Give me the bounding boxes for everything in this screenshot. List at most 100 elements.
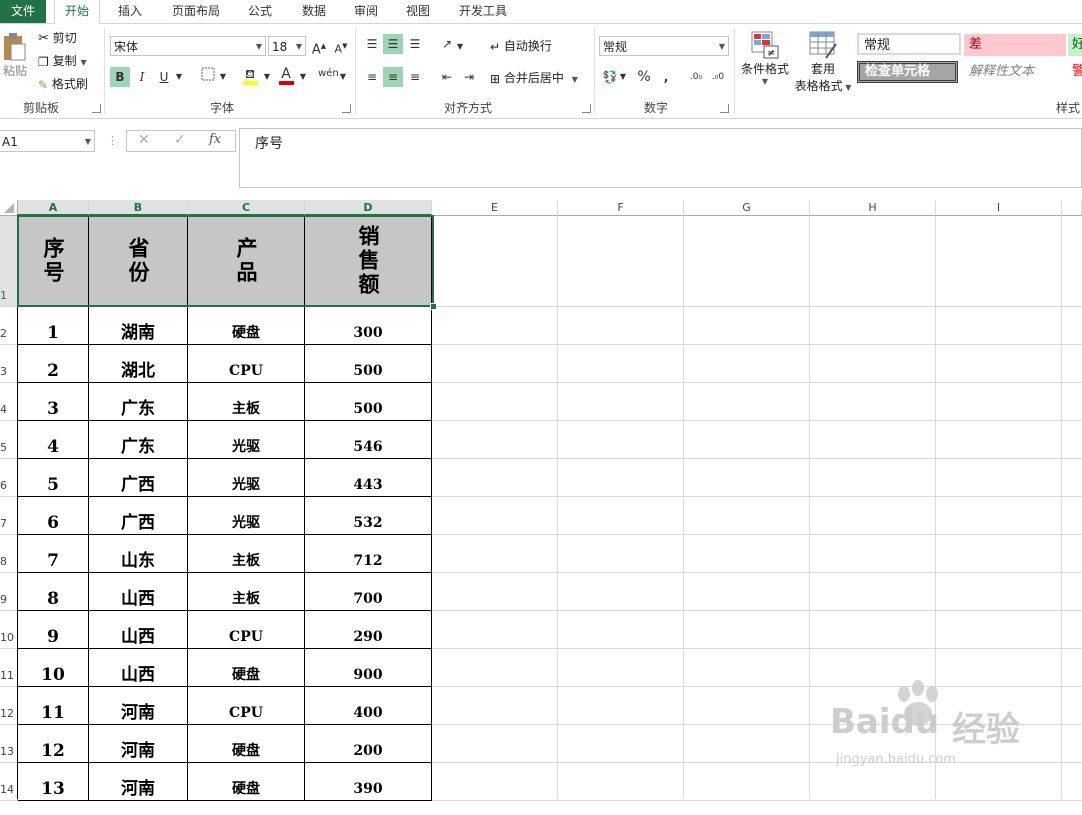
row-header-3[interactable]: 3 [0, 345, 18, 383]
align-right-icon[interactable]: ≡ [405, 67, 425, 87]
fill-color-icon[interactable]: ⛾ [240, 64, 260, 85]
table-cell[interactable]: 443 [305, 459, 432, 497]
table-cell[interactable]: CPU [188, 611, 305, 649]
decrease-indent-icon[interactable]: ⇤ [437, 67, 457, 87]
table-cell[interactable]: 390 [305, 763, 432, 801]
table-cell[interactable]: 主板 [188, 383, 305, 421]
cut-button[interactable]: ✂ 剪切 [38, 29, 77, 46]
table-cell[interactable]: 10 [18, 649, 89, 687]
table-cell[interactable]: 4 [18, 421, 89, 459]
tab-home[interactable]: 开始 [54, 0, 100, 25]
row-header-10[interactable]: 10 [0, 611, 18, 649]
font-size-combo[interactable]: 18 ▼ [268, 36, 306, 56]
format-as-table-button[interactable]: 套用 表格格式 ▼ [792, 30, 854, 94]
column-header-e[interactable]: E [432, 200, 558, 216]
chevron-down-icon[interactable]: ▼ [174, 67, 184, 87]
table-cell[interactable]: 湖北 [89, 345, 188, 383]
table-cell[interactable]: 9 [18, 611, 89, 649]
tab-formulas[interactable]: 公式 [238, 0, 282, 23]
table-cell[interactable]: 山西 [89, 573, 188, 611]
align-bottom-icon[interactable]: ☰ [405, 34, 425, 54]
border-icon[interactable] [198, 67, 218, 87]
chevron-down-icon[interactable]: ▼ [218, 67, 228, 87]
underline-button[interactable]: U [154, 67, 174, 87]
chevron-down-icon[interactable]: ▼ [618, 67, 628, 87]
chevron-down-icon[interactable]: ▼ [298, 67, 308, 87]
row-header-9[interactable]: 9 [0, 573, 18, 611]
chevron-down-icon[interactable]: ▼ [455, 37, 465, 57]
row-header-5[interactable]: 5 [0, 421, 18, 459]
formula-input[interactable]: 序号 [239, 128, 1082, 188]
table-cell[interactable]: 546 [305, 421, 432, 459]
row-header-7[interactable]: 7 [0, 497, 18, 535]
table-cell[interactable]: 400 [305, 687, 432, 725]
table-cell[interactable]: 广东 [89, 421, 188, 459]
shrink-font-icon[interactable]: A▼ [331, 36, 351, 56]
table-cell[interactable]: CPU [188, 345, 305, 383]
table-cell[interactable]: 山西 [89, 611, 188, 649]
table-cell[interactable]: 硬盘 [188, 649, 305, 687]
format-painter-button[interactable]: ✎ 格式刷 [38, 75, 88, 92]
chevron-down-icon[interactable]: ▼ [262, 67, 272, 87]
table-cell[interactable]: 河南 [89, 763, 188, 801]
table-cell[interactable]: 300 [305, 307, 432, 345]
table-cell[interactable]: 光驱 [188, 459, 305, 497]
table-cell[interactable]: 200 [305, 725, 432, 763]
enter-icon[interactable]: ✓ [174, 132, 186, 148]
style-warning[interactable]: 警 [1068, 61, 1082, 83]
column-header-g[interactable]: G [684, 200, 810, 216]
chevron-down-icon[interactable]: ▼ [338, 67, 348, 87]
row-header-6[interactable]: 6 [0, 459, 18, 497]
tab-file[interactable]: 文件 [0, 0, 46, 23]
align-left-icon[interactable]: ≡ [362, 67, 382, 87]
tab-view[interactable]: 视图 [396, 0, 440, 23]
table-cell[interactable]: 河南 [89, 725, 188, 763]
table-cell[interactable]: 13 [18, 763, 89, 801]
paste-button[interactable]: 粘贴 [0, 32, 30, 79]
align-middle-icon[interactable]: ☰ [383, 34, 403, 54]
row-header-14[interactable]: 14 [0, 763, 18, 801]
column-header-i[interactable]: I [936, 200, 1062, 216]
font-launcher-icon[interactable] [342, 104, 351, 113]
table-cell[interactable]: 主板 [188, 535, 305, 573]
table-cell[interactable]: 900 [305, 649, 432, 687]
table-cell[interactable]: CPU [188, 687, 305, 725]
worksheet-grid[interactable]: ABCDEFGHI 1 2 3 4 5 6 7 8 9 10 11 12 13 14 序号 省份 产品 销售额 1… [0, 200, 1082, 801]
table-cell[interactable]: 湖南 [89, 307, 188, 345]
table-cell[interactable]: 硬盘 [188, 763, 305, 801]
table-cell[interactable]: 8 [18, 573, 89, 611]
row-header-4[interactable]: 4 [0, 383, 18, 421]
currency-icon[interactable]: 💱 [600, 67, 620, 87]
row-header-11[interactable]: 11 [0, 649, 18, 687]
column-header-f[interactable]: F [558, 200, 684, 216]
row-header-12[interactable]: 12 [0, 687, 18, 725]
table-cell[interactable]: 光驱 [188, 497, 305, 535]
row-header-13[interactable]: 13 [0, 725, 18, 763]
merge-center-button[interactable]: ⊞ 合并后居中 ▼ [490, 69, 578, 86]
fill-handle[interactable] [430, 303, 437, 310]
table-cell[interactable]: 山东 [89, 535, 188, 573]
phonetic-icon[interactable]: wén [318, 64, 339, 84]
table-cell[interactable]: 290 [305, 611, 432, 649]
alignment-launcher-icon[interactable] [582, 104, 591, 113]
table-cell[interactable]: 12 [18, 725, 89, 763]
tab-insert[interactable]: 插入 [108, 0, 152, 23]
table-cell[interactable]: 5 [18, 459, 89, 497]
tab-developer[interactable]: 开发工具 [450, 0, 516, 23]
conditional-format-button[interactable]: ≠ 条件格式 ▼ [740, 30, 790, 86]
column-header-partial[interactable] [1062, 200, 1082, 216]
style-explanatory[interactable]: 解释性文本 [964, 61, 1066, 83]
align-top-icon[interactable]: ☰ [362, 34, 382, 54]
clipboard-launcher-icon[interactable] [92, 104, 101, 113]
grow-font-icon[interactable]: A▲ [309, 36, 329, 57]
function-icon[interactable]: fx [209, 132, 221, 147]
orientation-icon[interactable]: ↗ [437, 34, 457, 54]
font-name-combo[interactable]: 宋体 ▼ [110, 36, 266, 56]
column-header-b[interactable]: B [89, 200, 188, 216]
table-cell[interactable]: 广东 [89, 383, 188, 421]
italic-button[interactable]: I [132, 67, 152, 87]
style-check-cell[interactable]: 检查单元格 [857, 61, 958, 83]
font-color-icon[interactable]: A [276, 64, 296, 85]
number-launcher-icon[interactable] [720, 104, 729, 113]
table-cell[interactable]: 硬盘 [188, 307, 305, 345]
